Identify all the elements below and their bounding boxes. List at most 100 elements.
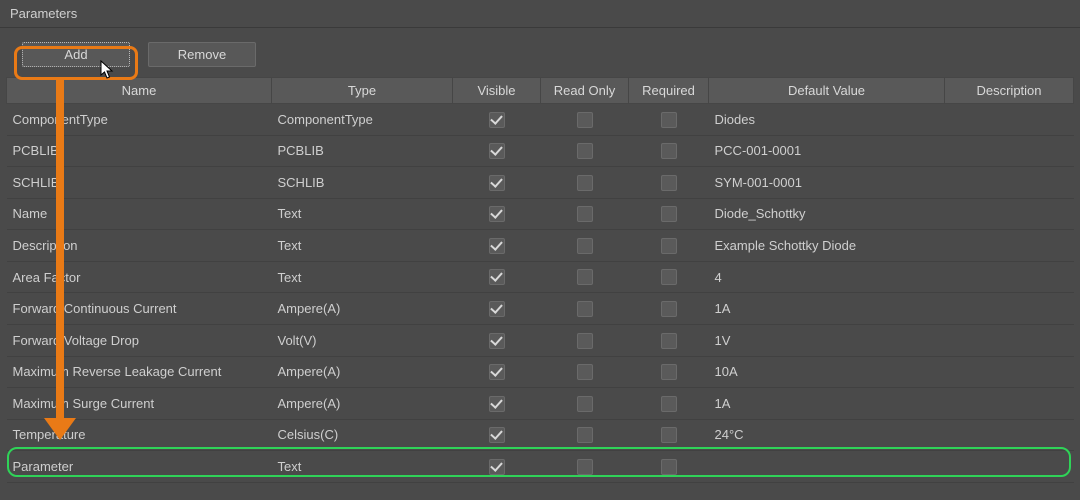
visible-checkbox[interactable] [489,459,505,475]
table-row[interactable]: NameTextDiode_Schottky [7,198,1074,230]
cell-default[interactable]: 1A [709,388,945,420]
cell-name[interactable]: Parameter [7,451,272,483]
cell-description[interactable] [945,356,1074,388]
col-header-description[interactable]: Description [945,78,1074,104]
cell-type[interactable]: SCHLIB [272,167,453,199]
cell-type[interactable]: Text [272,230,453,262]
visible-checkbox[interactable] [489,238,505,254]
cell-type[interactable]: Text [272,451,453,483]
table-row[interactable]: Forward Continuous CurrentAmpere(A) 1A [7,293,1074,325]
readonly-checkbox[interactable] [577,459,593,475]
cell-description[interactable] [945,167,1074,199]
cell-description[interactable] [945,451,1074,483]
table-row[interactable]: TemperatureCelsius(C) 24°C [7,419,1074,451]
col-header-visible[interactable]: Visible [453,78,541,104]
cell-type[interactable]: Text [272,261,453,293]
cell-default[interactable]: 4 [709,261,945,293]
table-row[interactable]: SCHLIBSCHLIB SYM-001-0001 [7,167,1074,199]
readonly-checkbox[interactable] [577,175,593,191]
visible-checkbox[interactable] [489,175,505,191]
readonly-checkbox[interactable] [577,301,593,317]
required-checkbox[interactable] [661,333,677,349]
cell-default[interactable]: SYM-001-0001 [709,167,945,199]
required-checkbox[interactable] [661,143,677,159]
cell-type[interactable]: Ampere(A) [272,388,453,420]
required-checkbox[interactable] [661,112,677,128]
table-row[interactable]: Maximum Reverse Leakage CurrentAmpere(A)… [7,356,1074,388]
required-checkbox[interactable] [661,206,677,222]
cell-description[interactable] [945,104,1074,136]
required-checkbox[interactable] [661,238,677,254]
cell-default[interactable] [709,451,945,483]
cell-description[interactable] [945,419,1074,451]
readonly-checkbox[interactable] [577,396,593,412]
table-row[interactable]: ComponentTypeComponentType Diodes [7,104,1074,136]
cell-name[interactable]: Temperature [7,419,272,451]
cell-default[interactable]: PCC-001-0001 [709,135,945,167]
cell-name[interactable]: Maximum Surge Current [7,388,272,420]
cell-name[interactable]: Forward Continuous Current [7,293,272,325]
visible-checkbox[interactable] [489,301,505,317]
table-row[interactable]: Forward Voltage DropVolt(V) 1V [7,324,1074,356]
cell-name[interactable]: Area Factor [7,261,272,293]
cell-default[interactable]: 10A [709,356,945,388]
cell-description[interactable] [945,388,1074,420]
readonly-checkbox[interactable] [577,112,593,128]
cell-name[interactable]: Maximum Reverse Leakage Current [7,356,272,388]
cell-type[interactable]: Volt(V) [272,324,453,356]
cell-name[interactable]: ComponentType [7,104,272,136]
required-checkbox[interactable] [661,427,677,443]
cell-name[interactable]: Description [7,230,272,262]
cell-name[interactable]: Name [7,198,272,230]
col-header-required[interactable]: Required [629,78,709,104]
cell-default[interactable]: 1V [709,324,945,356]
col-header-type[interactable]: Type [272,78,453,104]
visible-checkbox[interactable] [489,364,505,380]
readonly-checkbox[interactable] [577,143,593,159]
readonly-checkbox[interactable] [577,269,593,285]
cell-type[interactable]: Text [272,198,453,230]
required-checkbox[interactable] [661,269,677,285]
visible-checkbox[interactable] [489,333,505,349]
readonly-checkbox[interactable] [577,238,593,254]
cell-default[interactable]: Diodes [709,104,945,136]
cell-default[interactable]: Example Schottky Diode [709,230,945,262]
readonly-checkbox[interactable] [577,427,593,443]
cell-default[interactable]: 1A [709,293,945,325]
required-checkbox[interactable] [661,396,677,412]
cell-type[interactable]: Celsius(C) [272,419,453,451]
col-header-readonly[interactable]: Read Only [541,78,629,104]
cell-type[interactable]: Ampere(A) [272,293,453,325]
visible-checkbox[interactable] [489,206,505,222]
required-checkbox[interactable] [661,175,677,191]
readonly-checkbox[interactable] [577,206,593,222]
remove-button[interactable]: Remove [148,42,256,67]
cell-description[interactable] [945,293,1074,325]
cell-name[interactable]: SCHLIB [7,167,272,199]
cell-type[interactable]: PCBLIB [272,135,453,167]
cell-description[interactable] [945,324,1074,356]
cell-type[interactable]: Ampere(A) [272,356,453,388]
table-row[interactable]: PCBLIBPCBLIB PCC-001-0001 [7,135,1074,167]
col-header-name[interactable]: Name [7,78,272,104]
table-row[interactable]: ParameterText [7,451,1074,483]
cell-description[interactable] [945,230,1074,262]
table-row[interactable]: DescriptionText Example Schottky Diode [7,230,1074,262]
readonly-checkbox[interactable] [577,364,593,380]
required-checkbox[interactable] [661,364,677,380]
col-header-default[interactable]: Default Value [709,78,945,104]
visible-checkbox[interactable] [489,396,505,412]
table-row[interactable]: Area FactorText 4 [7,261,1074,293]
cell-description[interactable] [945,135,1074,167]
cell-name[interactable]: Forward Voltage Drop [7,324,272,356]
cell-type[interactable]: ComponentType [272,104,453,136]
cell-description[interactable] [945,198,1074,230]
required-checkbox[interactable] [661,301,677,317]
readonly-checkbox[interactable] [577,333,593,349]
visible-checkbox[interactable] [489,143,505,159]
cell-default[interactable]: 24°C [709,419,945,451]
add-button[interactable]: Add [22,42,130,67]
cell-name[interactable]: PCBLIB [7,135,272,167]
table-row[interactable]: Maximum Surge CurrentAmpere(A) 1A [7,388,1074,420]
visible-checkbox[interactable] [489,427,505,443]
